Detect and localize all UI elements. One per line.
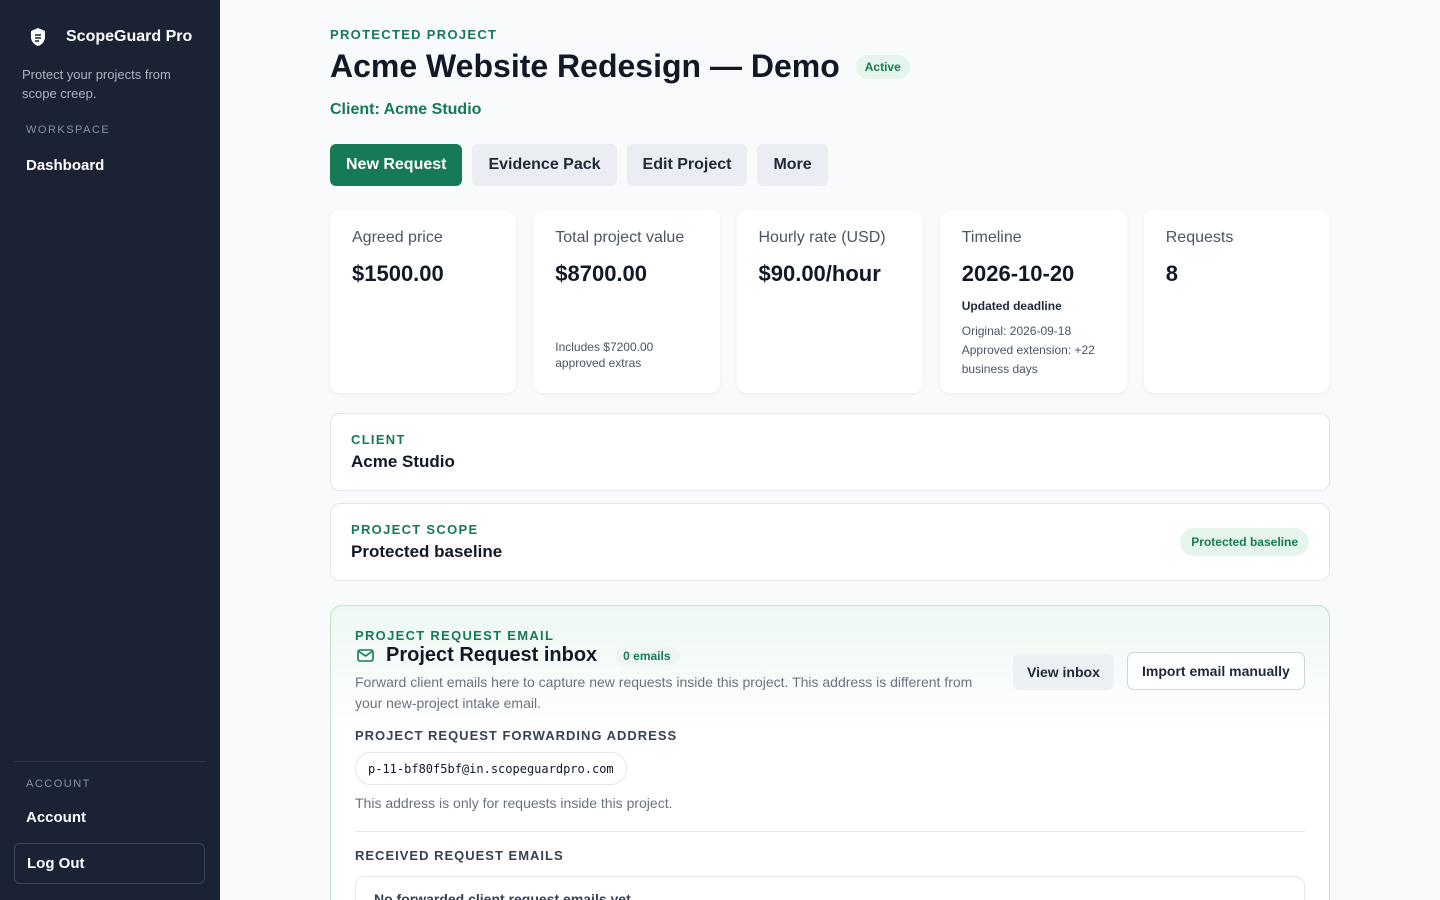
view-inbox-button[interactable]: View inbox [1013, 654, 1114, 690]
stat-card-hourly-rate: Hourly rate (USD) $90.00/hour [736, 210, 923, 393]
email-card-title: Project Request inbox [386, 644, 598, 666]
stat-subtitle: Updated deadline [961, 299, 1062, 313]
brand-name: ScopeGuard Pro [66, 28, 193, 45]
email-card-divider [355, 831, 1305, 832]
forwarding-address-help: This address is only for requests inside… [355, 795, 673, 811]
more-button[interactable]: More [757, 144, 828, 186]
client-card-name: Acme Studio [351, 452, 455, 471]
page-eyebrow: PROTECTED PROJECT [330, 27, 498, 42]
client-line[interactable]: Client: Acme Studio [330, 101, 481, 119]
stat-card-agreed-price: Agreed price $1500.00 [330, 210, 517, 393]
stats-row: Agreed price $1500.00 Total project valu… [330, 210, 1330, 393]
scope-card: PROJECT SCOPE Protected baseline Protect… [330, 503, 1330, 581]
shield-icon [31, 28, 45, 46]
stat-value: $90.00/hour [758, 261, 881, 286]
stat-label: Agreed price [352, 229, 443, 246]
import-email-button[interactable]: Import email manually [1127, 652, 1305, 690]
new-request-button[interactable]: New Request [330, 144, 463, 186]
forwarding-address-label: PROJECT REQUEST FORWARDING ADDRESS [355, 728, 678, 743]
scope-card-title: Protected baseline [351, 542, 503, 561]
tagline: Protect your projects from scope creep. [22, 67, 171, 101]
workspace-section-label: WORKSPACE [26, 124, 111, 136]
scope-card-eyebrow: PROJECT SCOPE [351, 522, 479, 537]
stat-detail: Original: 2026-09-18 Approved extension:… [962, 322, 1112, 379]
stat-card-total-value: Total project value $8700.00 Includes $7… [533, 210, 720, 393]
client-card: CLIENT Acme Studio [330, 413, 1330, 491]
stat-label: Total project value [555, 229, 685, 246]
client-card-eyebrow: CLIENT [351, 432, 406, 447]
stat-label: Requests [1165, 229, 1234, 246]
forwarding-address[interactable]: p-11-bf80f5bf@in.scopeguardpro.com [355, 752, 627, 785]
stat-value: $8700.00 [555, 261, 648, 286]
stat-card-requests: Requests 8 [1143, 210, 1330, 393]
approved-extension: Approved extension: +22 business days [961, 343, 1095, 376]
brand[interactable]: ScopeGuard Pro [30, 27, 192, 47]
received-emails-empty-state: No forwarded client request emails yet. [355, 876, 1305, 900]
page-title: Acme Website Redesign — Demo [330, 48, 840, 84]
sidebar-item-dashboard[interactable]: Dashboard [26, 157, 104, 174]
sidebar-divider [14, 761, 206, 762]
email-card-description: Forward client emails here to capture ne… [355, 674, 973, 711]
stat-value: 2026-10-20 [961, 261, 1075, 286]
sidebar-item-account[interactable]: Account [26, 809, 86, 826]
email-count-badge: 0 emails [615, 645, 679, 666]
email-card-eyebrow: PROJECT REQUEST EMAIL [355, 628, 555, 643]
received-emails-label: RECEIVED REQUEST EMAILS [355, 848, 564, 863]
mail-icon [357, 649, 374, 662]
stat-value: 8 [1165, 261, 1178, 286]
stat-card-timeline: Timeline 2026-10-20 Updated deadline Ori… [939, 210, 1127, 393]
stat-label: Hourly rate (USD) [758, 229, 886, 246]
stat-label: Timeline [961, 229, 1022, 246]
status-badge: Active [855, 54, 910, 79]
action-buttons: New Request Evidence Pack Edit Project M… [330, 144, 828, 186]
account-section-label: ACCOUNT [26, 778, 91, 790]
stat-value: $1500.00 [352, 261, 444, 286]
email-card-title-row: Project Request inbox 0 emails [357, 644, 679, 667]
scope-badge: Protected baseline [1180, 528, 1309, 556]
edit-project-button[interactable]: Edit Project [626, 144, 748, 186]
sidebar: ScopeGuard Pro Protect your projects fro… [0, 0, 220, 900]
project-request-email-card: PROJECT REQUEST EMAIL Project Request in… [330, 605, 1330, 900]
original-deadline: Original: 2026-09-18 [961, 324, 1072, 338]
title-row: Acme Website Redesign — Demo Active [330, 48, 910, 85]
logout-button[interactable]: Log Out [14, 843, 205, 884]
evidence-pack-button[interactable]: Evidence Pack [472, 144, 617, 186]
stat-note: Includes $7200.00 approved extras [555, 340, 654, 370]
